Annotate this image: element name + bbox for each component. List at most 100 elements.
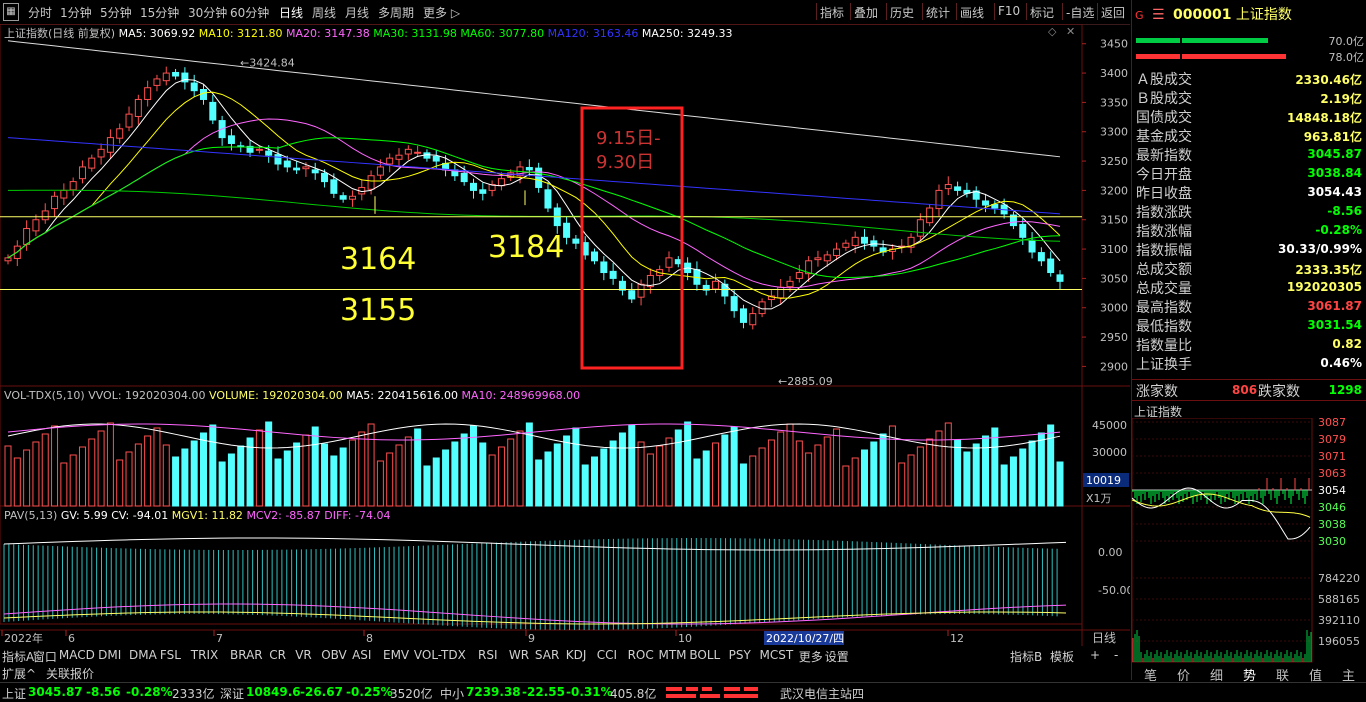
volume-bar [758,447,766,507]
quote-row: 上证换手 0.46% [1136,354,1364,373]
tool-button-2[interactable]: 历史 [890,4,914,21]
ma10-line [7,91,1061,299]
quote-value: 2333.35亿 [1295,263,1362,277]
candle-body [23,228,31,245]
candle-body [618,280,626,291]
sh-amount: 2333亿 [172,687,215,701]
indicator-tab-2[interactable]: MACD [59,648,95,662]
indicator-tab-right-1[interactable]: 模板 [1050,648,1074,665]
period-tab-10[interactable]: 更多 ▷ [423,4,460,21]
indicator-tab-5[interactable]: FSL [160,648,181,662]
indicator-tab-7[interactable]: BRAR [230,648,263,662]
period-tab-1[interactable]: 1分钟 [60,4,92,21]
period-tab-5[interactable]: 60分钟 [230,4,269,21]
tool-button-4[interactable]: 画线 [960,4,984,21]
tool-button-6[interactable]: 标记 [1030,4,1054,21]
sz-pct: -0.25% [346,685,393,699]
period-tab-9[interactable]: 多周期 [378,4,414,21]
quote-row: 基金成交 963.81亿 [1136,126,1364,145]
buy-sell-bars: 70.0亿 78.0亿 [1136,35,1364,63]
vol-title: VOL-TDX(5,10) [4,389,85,402]
volume-bar [116,459,124,507]
quote-value: 192020305 [1286,280,1362,294]
indicator-tab-4[interactable]: DMA [129,648,157,662]
candle-body [851,236,859,247]
bottom-tab-0[interactable]: 扩展^ [2,665,36,682]
indicator-tab-15[interactable]: WR [509,648,529,662]
candle-body [842,242,850,248]
volume-bar [172,456,180,507]
list-icon[interactable]: ☰ [1152,7,1165,23]
pav-y-tick-0: 0.00 [1098,546,1123,559]
tool-button-8[interactable]: 返回 [1101,4,1125,21]
indicator-tab-8[interactable]: CR [269,648,286,662]
menu-icon[interactable]: ▦ [3,3,19,21]
indicator-tab-17[interactable]: KDJ [566,648,587,662]
period-tab-3[interactable]: 15分钟 [140,4,179,21]
indicator-tab-9[interactable]: VR [295,648,312,662]
volume-bar [972,443,980,507]
indicator-tab-13[interactable]: VOL-TDX [414,648,466,662]
indicator-tab-6[interactable]: TRIX [191,648,218,662]
vol-unit: X1万 [1086,492,1112,505]
indicator-tab-0[interactable]: 指标A [2,648,34,665]
indicator-tab-25[interactable]: 设置 [825,648,849,665]
indicator-tab-right-3[interactable]: - [1114,648,1118,662]
candle-body [982,200,990,206]
indicator-tab-20[interactable]: MTM [659,648,687,662]
indicator-tab-24[interactable]: 更多 [799,648,823,665]
indicator-tab-22[interactable]: PSY [729,648,751,662]
indicator-tab-16[interactable]: SAR [535,648,559,662]
indicator-tab-14[interactable]: RSI [478,648,498,662]
candle-body [386,157,394,165]
indicator-tab-right-2[interactable]: + [1090,648,1100,662]
ma5-line [7,79,1061,310]
quote-row: 最新指数 3045.87 [1136,145,1364,164]
intraday-mini-chart[interactable]: 3087 3079 3071 3063 3054 3046 3038 3030 784220 58… [1132,418,1366,663]
tool-button-3[interactable]: 统计 [926,4,950,21]
volume-bar [581,464,589,507]
indicator-tab-10[interactable]: OBV [321,648,347,662]
tool-button-0[interactable]: 指标 [820,4,844,21]
tool-button-1[interactable]: 叠加 [854,4,878,21]
tool-button-7[interactable]: -自选 [1066,4,1094,21]
indicator-tab-18[interactable]: CCI [597,648,617,662]
kline-chart[interactable]: 3450 3400 3350 3300 3250 3200 3150 3100 3050 3000… [0,24,1130,648]
vol-y-tick-1: 30000 [1092,446,1127,459]
period-toolbar: ▦ 分时 1分钟 5分钟 15分钟 30分钟 60分钟 日线 周线 月线 多周期 更多 ▷ 指标 叠加… [0,0,1130,25]
indicator-tab-1[interactable]: 窗口 [33,648,57,665]
server-name[interactable]: 武汉电信主站四 [780,685,864,702]
volume-bar [544,451,552,507]
pav-cv: CV: -94.01 [111,509,169,522]
box-label-2: 9.30日 [596,152,654,173]
volume-bar [237,445,245,507]
bottom-tab-1[interactable]: 关联报价 [46,665,94,682]
indicator-tab-11[interactable]: ASI [352,648,371,662]
mini-y-10: 392110 [1318,614,1360,627]
quote-key: 总成交额 [1136,262,1192,278]
period-tab-6[interactable]: 日线 [279,4,303,21]
volume-bar [833,428,841,507]
indicator-tab-19[interactable]: ROC [628,648,654,662]
volume-bar [935,430,943,507]
indicator-tab-21[interactable]: BOLL [689,648,720,662]
indicator-tab-3[interactable]: DMI [98,648,121,662]
volume-bar [591,456,599,507]
indicator-tab-23[interactable]: MCST [760,648,794,662]
period-tab-2[interactable]: 5分钟 [100,4,132,21]
quote-key: 指数涨幅 [1136,224,1192,240]
volume-bar [358,431,366,507]
volume-bar [600,448,608,507]
tool-button-5[interactable]: F10 [998,4,1020,18]
volume-bar [311,426,319,507]
period-tab-0[interactable]: 分时 [28,4,52,21]
volume-bar [321,443,329,507]
indicator-tab-right-0[interactable]: 指标B [1010,648,1042,665]
volume-bar [1009,456,1017,507]
indicator-tab-12[interactable]: EMV [383,648,409,662]
period-tab-7[interactable]: 周线 [312,4,336,21]
period-tab-8[interactable]: 月线 [345,4,369,21]
candle-body [321,172,329,183]
period-tab-4[interactable]: 30分钟 [188,4,227,21]
candle-body [293,167,301,171]
